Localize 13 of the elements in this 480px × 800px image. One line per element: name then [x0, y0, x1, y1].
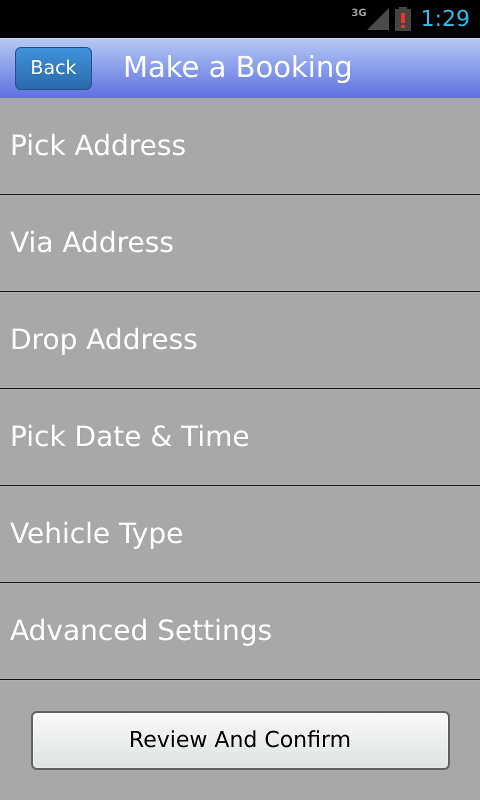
- menu-item[interactable]: Advanced Settings: [0, 583, 480, 680]
- menu-item[interactable]: Pick Address: [0, 98, 480, 195]
- menu-item[interactable]: Via Address: [0, 195, 480, 292]
- back-button[interactable]: Back: [15, 46, 92, 90]
- screen-title: Make a Booking: [123, 49, 353, 86]
- menu-item[interactable]: Drop Address: [0, 292, 480, 389]
- menu-item[interactable]: Vehicle Type: [0, 486, 480, 583]
- clock-time: 1:29: [420, 6, 470, 34]
- signal-icon: [366, 8, 389, 30]
- menu-item[interactable]: Pick Date & Time: [0, 389, 480, 486]
- network-label: 3G: [351, 7, 367, 21]
- review-confirm-button[interactable]: Review And Confirm: [30, 711, 450, 770]
- battery-alert-icon: [394, 7, 411, 31]
